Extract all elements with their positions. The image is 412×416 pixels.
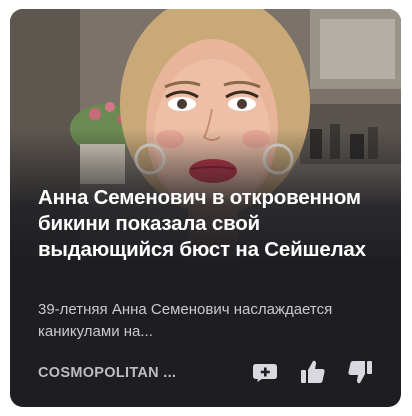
article-snippet: 39-летняя Анна Семенович наслаждается ка… xyxy=(38,301,333,340)
source-name[interactable]: COSMOPOLITAN ... xyxy=(38,365,176,381)
thumbs-down-icon xyxy=(347,359,373,390)
comment-plus-icon xyxy=(252,361,278,388)
news-card[interactable]: Анна Семенович в откровенном бикини пока… xyxy=(10,9,401,407)
dislike-button[interactable] xyxy=(345,359,375,389)
thumbs-up-icon xyxy=(300,359,326,390)
comment-button[interactable] xyxy=(250,359,280,389)
like-button[interactable] xyxy=(298,359,328,389)
card-footer: COSMOPOLITAN ... xyxy=(10,359,401,389)
article-title[interactable]: Анна Семенович в откровенном бикини пока… xyxy=(38,185,383,263)
